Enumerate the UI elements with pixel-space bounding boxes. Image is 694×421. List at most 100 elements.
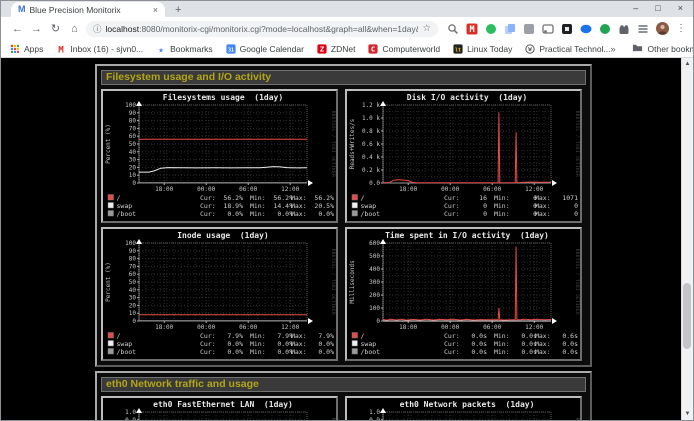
- bookmark-label: Practical Technol...: [539, 44, 610, 54]
- bookmark-label: Bookmarks: [170, 44, 213, 54]
- svg-text:Max: 0: Max: 0: [535, 202, 578, 210]
- bookmarks-bar: Apps MInbox (16) - sjvn0... ★Bookmarks 31Go…: [1, 40, 693, 58]
- svg-text:RRDTOOL / TOBI OETIKER: RRDTOOL / TOBI OETIKER: [575, 249, 580, 315]
- reload-icon[interactable]: ↻: [46, 22, 65, 35]
- chart-grid: 010203040506070809010018:0000:0006:0012:…: [101, 89, 586, 361]
- new-tab-button[interactable]: +: [175, 4, 181, 16]
- chart-panel-1[interactable]: 0.00.2 k0.4 k0.6 k0.8 k1.0 k1.2 k18:0000…: [345, 89, 582, 223]
- svg-text:20: 20: [129, 302, 137, 309]
- magnifier-ext-icon[interactable]: [447, 23, 459, 35]
- chart-panel-2[interactable]: 010203040506070809010018:0000:0006:0012:…: [101, 227, 338, 361]
- dark-square-ext-icon[interactable]: [561, 23, 573, 35]
- svg-text:RRDTOOL / TOBI OETIKER: RRDTOOL / TOBI OETIKER: [575, 418, 580, 420]
- chart-title: Inode usage (1day): [177, 231, 269, 240]
- site-info-icon[interactable]: ⓘ: [93, 23, 102, 35]
- home-icon[interactable]: ⌂: [65, 23, 84, 35]
- legend-name: /boot: [117, 348, 137, 356]
- tab-list-icon[interactable]: [637, 23, 649, 35]
- extensions-puzzle-icon[interactable]: [618, 23, 630, 35]
- chart-title: Disk I/O activity (1day): [407, 92, 527, 102]
- svg-text:Min: 0.0s: Min: 0.0s: [494, 332, 537, 340]
- window-minimize-button[interactable]: –: [633, 3, 638, 13]
- forward-icon[interactable]: →: [27, 23, 46, 35]
- bookmark-star-icon[interactable]: ☆: [422, 23, 431, 34]
- menu-kebab-icon[interactable]: ⋮: [676, 23, 686, 34]
- cast-ext-icon[interactable]: [542, 23, 554, 35]
- scroll-down-arrow[interactable]: ▼: [682, 408, 693, 420]
- profile-avatar[interactable]: [656, 22, 669, 35]
- vertical-scrollbar[interactable]: ▲ ▼: [681, 58, 693, 420]
- chart-panel-0[interactable]: 010203040506070809010018:0000:0006:0012:…: [101, 89, 338, 223]
- svg-text:00:00: 00:00: [441, 186, 459, 193]
- svg-text:12:00: 12:00: [525, 186, 543, 193]
- extension-icons: M: [447, 23, 649, 35]
- blue-pages-ext-icon[interactable]: [504, 23, 516, 35]
- red-mail-ext-icon[interactable]: M: [466, 23, 478, 35]
- bookmark-practical-technology[interactable]: WPractical Technol...: [525, 44, 610, 54]
- svg-text:C: C: [371, 44, 375, 53]
- bookmark-zdnet[interactable]: Z ZDNet: [317, 44, 356, 54]
- browser-window: M Blue Precision Monitorix × + – □ × ← →…: [0, 0, 694, 421]
- url-path: :8080/monitorix-cgi/monitorix.cgi?mode=l…: [139, 24, 418, 34]
- svg-text:40: 40: [129, 149, 137, 156]
- svg-text:100: 100: [369, 305, 380, 312]
- svg-text:80: 80: [129, 118, 137, 125]
- scroll-up-arrow[interactable]: ▲: [682, 58, 693, 70]
- back-icon[interactable]: ←: [8, 23, 27, 35]
- svg-text:0.8 k: 0.8 k: [362, 128, 380, 135]
- svg-text:Z: Z: [320, 44, 325, 53]
- bookmark-inbox[interactable]: MInbox (16) - sjvn0...: [56, 44, 143, 54]
- bookmark-linux-today[interactable]: ltLinux Today: [453, 44, 512, 54]
- svg-text:31: 31: [228, 47, 234, 53]
- svg-text:RRDTOOL / TOBI OETIKER: RRDTOOL / TOBI OETIKER: [575, 111, 580, 177]
- svg-text:0.0: 0.0: [369, 180, 380, 187]
- chart-panel-5[interactable]: 0.00.10.20.30.40.50.60.70.80.91.018:0000…: [345, 396, 582, 420]
- svg-text:Min: 0.0%: Min: 0.0%: [250, 210, 293, 218]
- tab-close-icon[interactable]: ×: [153, 5, 158, 15]
- gray-square-ext-icon[interactable]: [523, 23, 535, 35]
- green-blob-ext-icon[interactable]: [485, 23, 497, 35]
- svg-text:Min: 0.0s: Min: 0.0s: [494, 340, 537, 348]
- svg-text:Cur: 7.9%: Cur: 7.9%: [200, 332, 243, 340]
- svg-text:Min: 0.0s: Min: 0.0s: [494, 348, 537, 356]
- svg-text:1.2 k: 1.2 k: [362, 102, 380, 109]
- svg-text:70: 70: [129, 125, 137, 132]
- svg-text:60: 60: [129, 133, 137, 140]
- svg-text:06:00: 06:00: [239, 324, 257, 331]
- svg-text:Min: 0: Min: 0: [494, 202, 537, 210]
- svg-text:12:00: 12:00: [525, 324, 543, 331]
- green-circle-ext-icon[interactable]: [599, 23, 611, 35]
- svg-text:Min: 56.2%: Min: 56.2%: [250, 194, 293, 202]
- svg-text:500: 500: [369, 253, 380, 260]
- legend-name: /: [361, 194, 365, 202]
- chart-5: 0.00.10.20.30.40.50.60.70.80.91.018:0000…: [347, 398, 580, 420]
- bookmarks-overflow-chevron[interactable]: »: [611, 44, 616, 54]
- chart-panel-4[interactable]: 0.00.10.20.30.40.50.60.70.80.91.018:0000…: [101, 396, 338, 420]
- folder-icon: [632, 42, 643, 55]
- bookmark-google-calendar[interactable]: 31Google Calendar: [226, 44, 304, 54]
- bookmark-computerworld[interactable]: CComputerworld: [368, 44, 440, 54]
- other-bookmarks-button[interactable]: Other bookmarks: [632, 42, 694, 55]
- address-bar[interactable]: ⓘ localhost:8080/monitorix-cgi/monitorix…: [86, 21, 438, 37]
- url-text[interactable]: localhost:8080/monitorix-cgi/monitorix.c…: [106, 24, 419, 34]
- bookmark-apps[interactable]: Apps: [10, 44, 43, 54]
- svg-text:100: 100: [125, 102, 136, 109]
- chart-title: eth0 Network packets (1day): [400, 400, 535, 409]
- svg-text:0.2 k: 0.2 k: [362, 167, 380, 174]
- window-close-button[interactable]: ×: [678, 3, 683, 13]
- tab-title: Blue Precision Monitorix: [30, 5, 149, 15]
- bookmark-bookmarks[interactable]: ★Bookmarks: [156, 44, 213, 54]
- svg-text:1.0: 1.0: [369, 409, 380, 416]
- chart-grid: 0.00.10.20.30.40.50.60.70.80.91.018:0000…: [101, 396, 586, 420]
- svg-text:600: 600: [369, 240, 380, 247]
- window-maximize-button[interactable]: □: [655, 3, 660, 13]
- bookmark-label: ZDNet: [331, 44, 356, 54]
- svg-text:RRDTOOL / TOBI OETIKER: RRDTOOL / TOBI OETIKER: [331, 111, 336, 177]
- blue-oval-ext-icon[interactable]: [580, 23, 592, 35]
- chart-panel-3[interactable]: 010020030040050060018:0000:0006:0012:00T…: [345, 227, 582, 361]
- svg-text:Cur: 0.0s: Cur: 0.0s: [444, 348, 487, 356]
- svg-text:12:00: 12:00: [281, 186, 299, 193]
- browser-tab[interactable]: M Blue Precision Monitorix ×: [11, 2, 165, 17]
- svg-text:60: 60: [129, 271, 137, 278]
- scrollbar-thumb[interactable]: [683, 283, 691, 349]
